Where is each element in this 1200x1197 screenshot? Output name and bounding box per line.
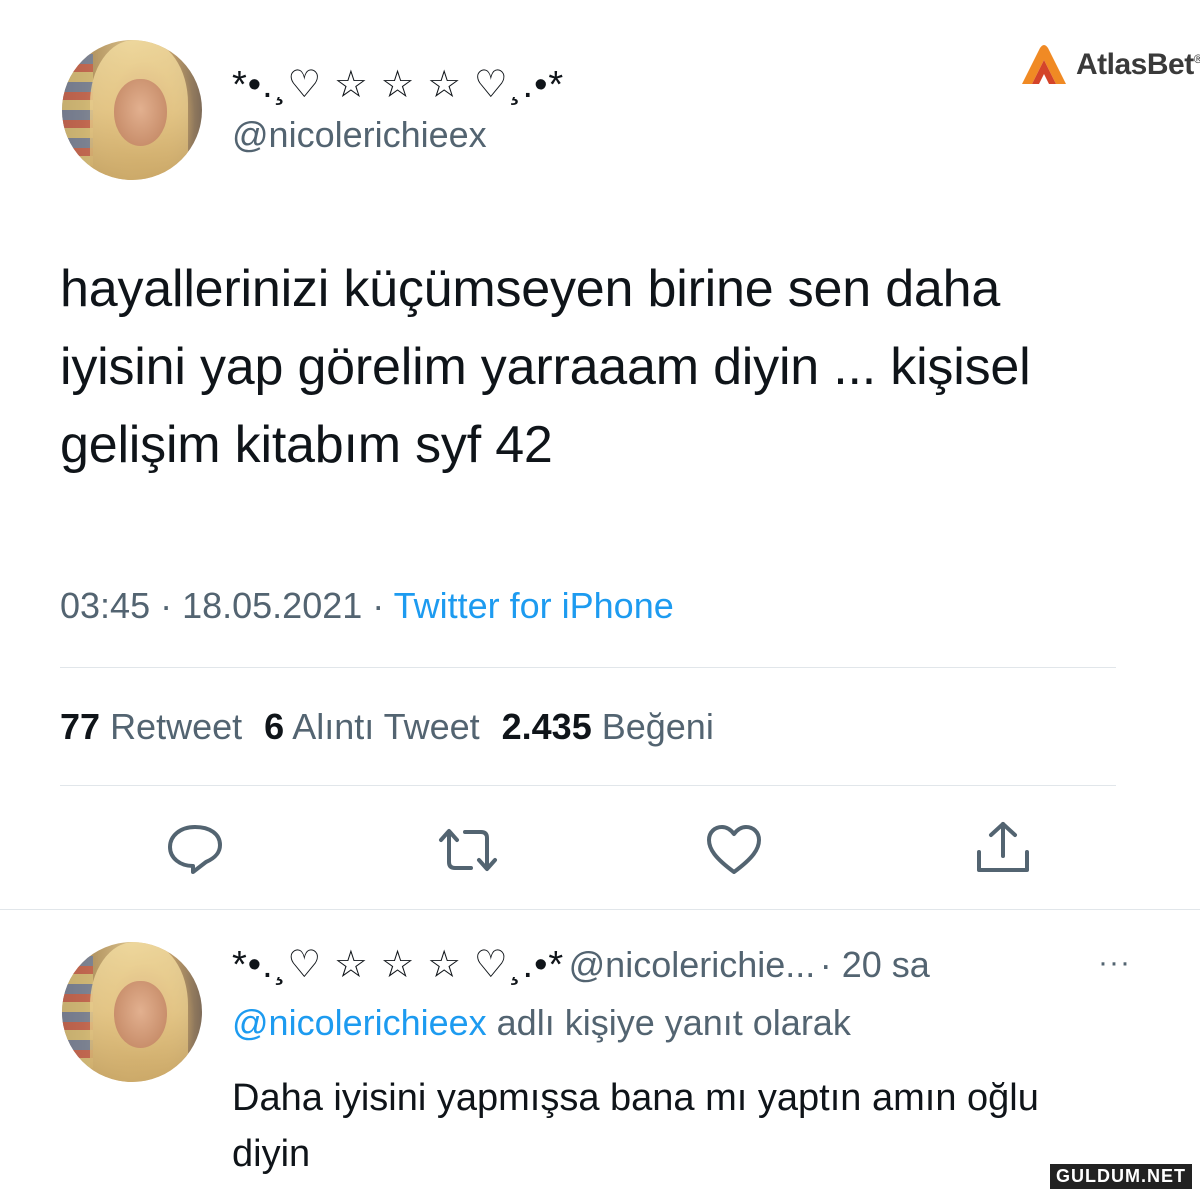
author-display-name[interactable]: *•.¸♡ ☆ ☆ ☆ ♡¸.•* [232,62,564,107]
replying-to-handle[interactable]: @nicolerichieex [232,1002,487,1043]
reply-handle[interactable]: @nicolerichie... [569,944,816,985]
likes-stat[interactable]: 2.435 Beğeni [502,706,714,747]
more-options-icon[interactable]: ··· [1098,946,1131,980]
tweet-meta: 03:45 · 18.05.2021 · Twitter for iPhone [60,585,674,626]
reply-avatar[interactable] [62,942,202,1082]
divider [60,785,1116,786]
tweet-time: 03:45 [60,585,151,626]
author-handle[interactable]: @nicolerichieex [232,114,487,156]
reply-text: Daha iyisini yapmışsa bana mı yaptın amı… [232,1077,1039,1175]
watermark: GULDUM.NET [1050,1164,1192,1189]
atlasbet-logo: AtlasBet® [1018,44,1200,86]
quotes-stat[interactable]: 6 Alıntı Tweet [264,706,479,747]
replying-to: @nicolerichieex adlı kişiye yanıt olarak [232,1002,851,1043]
tweet-date: 18.05.2021 [182,585,363,626]
tweet-stats: 77 Retweet 6 Alıntı Tweet 2.435 Beğeni [60,706,714,748]
reply-display-name[interactable]: *•.¸♡ ☆ ☆ ☆ ♡¸.•* [232,944,564,986]
share-icon[interactable] [974,820,1032,876]
section-divider [0,909,1200,910]
like-icon[interactable] [705,824,763,876]
retweet-icon[interactable] [437,826,499,874]
reply-icon[interactable] [166,823,224,875]
tweet-source-link[interactable]: Twitter for iPhone [394,585,674,626]
atlasbet-logo-text: AtlasBet® [1076,48,1200,81]
reply-header: *•.¸♡ ☆ ☆ ☆ ♡¸.•* @nicolerichie... · 20 … [232,942,930,987]
author-avatar[interactable] [62,40,202,180]
divider [60,667,1116,668]
tweet-text: hayallerinizi küçümseyen birine sen daha… [60,260,1031,474]
retweets-stat[interactable]: 77 Retweet [60,706,242,747]
reply-age: · 20 sa [819,944,930,985]
atlasbet-logo-icon [1022,45,1066,84]
